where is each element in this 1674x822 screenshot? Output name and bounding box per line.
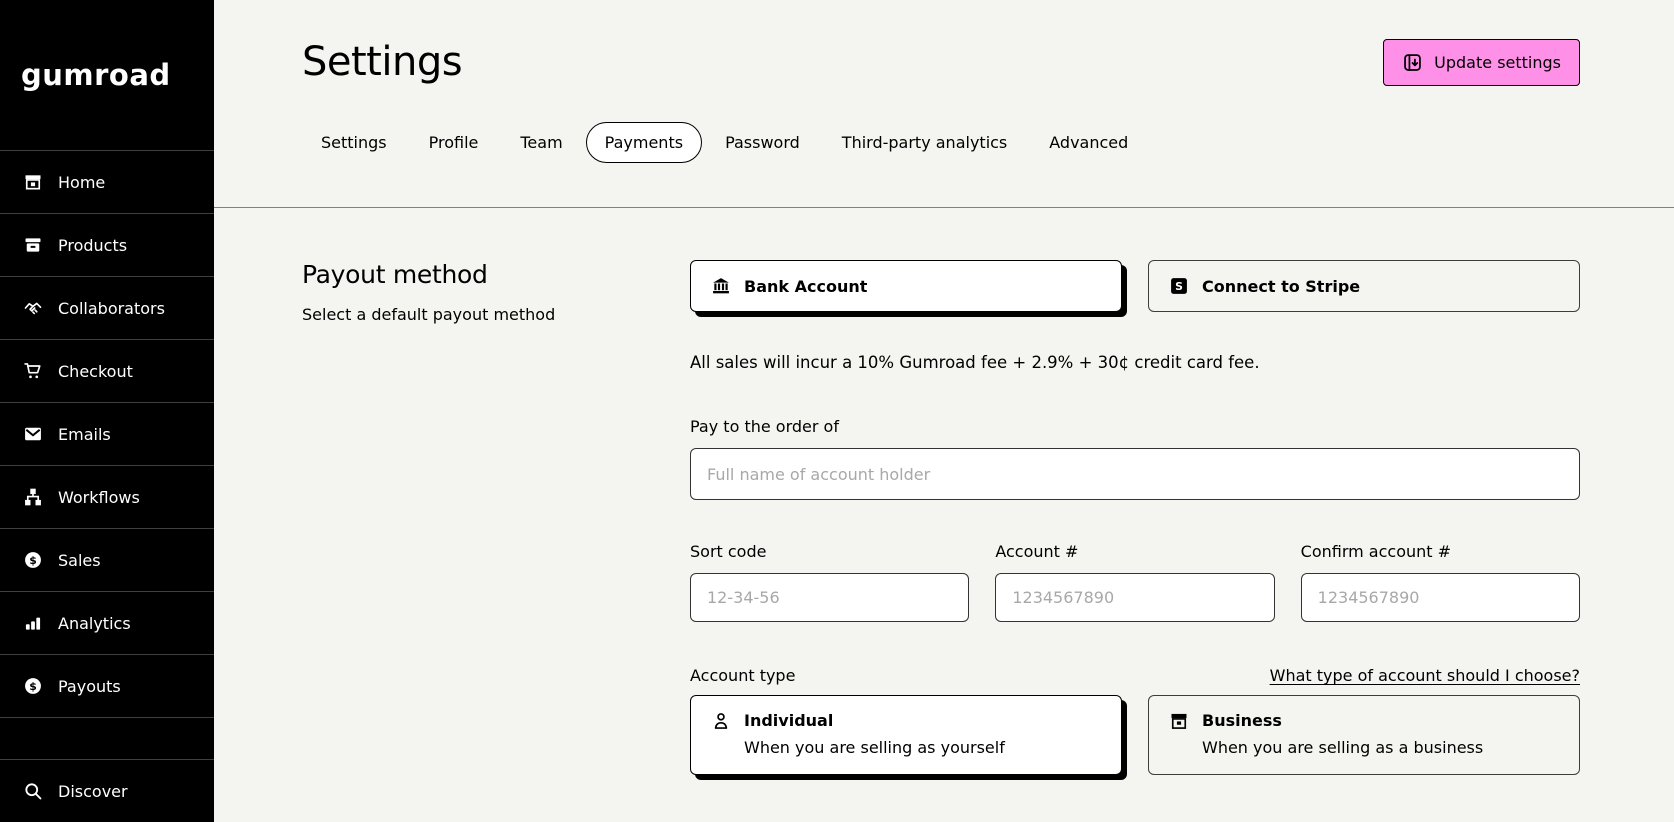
sidebar-item-analytics[interactable]: Analytics (0, 591, 214, 654)
tab-settings[interactable]: Settings (302, 122, 406, 163)
tab-password[interactable]: Password (706, 122, 819, 163)
sidebar-item-collaborators[interactable]: Collaborators (0, 276, 214, 339)
sidebar-item-workflows[interactable]: Workflows (0, 465, 214, 528)
sidebar-item-label: Home (58, 172, 106, 192)
sidebar-item-label: Checkout (58, 361, 133, 381)
envelope-icon (23, 424, 43, 444)
page-title: Settings (302, 39, 463, 85)
sidebar-item-label: Products (58, 235, 128, 255)
sidebar-item-label: Discover (58, 781, 128, 801)
gumroad-logo[interactable]: gumroad (21, 58, 171, 92)
sidebar-item-label: Collaborators (58, 298, 165, 318)
section-intro: Payout method Select a default payout me… (302, 260, 690, 324)
account-type-label: Account type (690, 666, 796, 685)
account-type-business[interactable]: Business When you are selling as a busin… (1148, 695, 1580, 775)
sort-code-input[interactable] (690, 573, 970, 622)
account-number-label: Account # (995, 542, 1079, 561)
products-icon (23, 235, 43, 255)
confirm-account-number-input[interactable] (1300, 573, 1580, 622)
main-area: Settings Update settings Settings Profil… (214, 0, 1674, 822)
payout-section: Payout method Select a default payout me… (214, 208, 1674, 805)
sidebar-item-home[interactable]: Home (0, 150, 214, 213)
section-title: Payout method (302, 260, 488, 289)
sidebar-spacer (0, 717, 214, 759)
pay-to-field-group: Pay to the order of (690, 417, 1580, 500)
svg-text:$: $ (29, 680, 37, 693)
sidebar-item-discover[interactable]: Discover (0, 759, 214, 822)
type-card-text: Business When you are selling as a busin… (1202, 709, 1483, 760)
sidebar-item-payouts[interactable]: $ Payouts (0, 654, 214, 717)
section-subtitle: Select a default payout method (302, 305, 556, 324)
collaborators-icon (23, 298, 43, 318)
workflow-icon (23, 487, 43, 507)
sidebar-item-label: Payouts (58, 676, 121, 696)
pay-to-label: Pay to the order of (690, 417, 839, 436)
type-card-title: Individual (744, 711, 834, 730)
sidebar-item-sales[interactable]: $ Sales (0, 528, 214, 591)
tab-advanced[interactable]: Advanced (1030, 122, 1147, 163)
tab-profile[interactable]: Profile (410, 122, 498, 163)
bank-icon (711, 276, 731, 296)
type-card-text: Individual When you are selling as yours… (744, 709, 1005, 760)
type-card-description: When you are selling as a business (1202, 738, 1484, 757)
payout-method-bank-account[interactable]: Bank Account (690, 260, 1122, 312)
tab-team[interactable]: Team (501, 122, 581, 163)
sort-code-field-group: Sort code (690, 542, 970, 622)
dollar-circle-icon: $ (23, 676, 43, 696)
account-type-individual[interactable]: Individual When you are selling as yours… (690, 695, 1122, 775)
tab-third-party-analytics[interactable]: Third-party analytics (823, 122, 1026, 163)
sidebar-item-label: Workflows (58, 487, 140, 507)
home-icon (23, 172, 43, 192)
person-icon (711, 711, 731, 731)
type-card-title: Business (1202, 711, 1282, 730)
tab-payments[interactable]: Payments (585, 122, 703, 163)
type-card-description: When you are selling as yourself (744, 738, 1005, 757)
payout-form: Bank Account S Connect to Stripe All sal… (690, 260, 1580, 775)
method-label: Bank Account (744, 276, 868, 296)
sidebar-item-products[interactable]: Products (0, 213, 214, 276)
fee-note: All sales will incur a 10% Gumroad fee +… (690, 353, 1260, 372)
confirm-account-number-label: Confirm account # (1300, 542, 1452, 561)
save-icon (1402, 52, 1423, 73)
cart-icon (23, 361, 43, 381)
account-type-help-link[interactable]: What type of account should I choose? (1270, 666, 1580, 685)
sidebar-item-checkout[interactable]: Checkout (0, 339, 214, 402)
settings-tabs: Settings Profile Team Payments Password … (302, 122, 1580, 207)
confirm-account-number-field-group: Confirm account # (1300, 542, 1580, 622)
method-label: Connect to Stripe (1202, 276, 1361, 296)
account-number-field-group: Account # (995, 542, 1275, 622)
sidebar-item-label: Emails (58, 424, 111, 444)
search-icon (23, 781, 43, 801)
sidebar-item-label: Analytics (58, 613, 131, 633)
payout-method-stripe[interactable]: S Connect to Stripe (1148, 260, 1580, 312)
sidebar-item-label: Sales (58, 550, 101, 570)
logo-block: gumroad (0, 0, 214, 150)
svg-text:$: $ (29, 554, 37, 567)
storefront-icon (1169, 711, 1189, 731)
stripe-icon: S (1169, 276, 1189, 296)
sort-code-label: Sort code (690, 542, 767, 561)
pay-to-input[interactable] (690, 448, 1580, 500)
account-number-input[interactable] (995, 573, 1275, 622)
update-settings-label: Update settings (1434, 52, 1561, 72)
sidebar: gumroad Home Products Collaborators Chec… (0, 0, 214, 822)
sidebar-item-emails[interactable]: Emails (0, 402, 214, 465)
page-header: Settings Update settings Settings Profil… (214, 0, 1674, 208)
svg-text:S: S (1175, 280, 1183, 293)
dollar-circle-icon: $ (23, 550, 43, 570)
update-settings-button[interactable]: Update settings (1383, 38, 1580, 86)
bar-chart-icon (23, 613, 43, 633)
